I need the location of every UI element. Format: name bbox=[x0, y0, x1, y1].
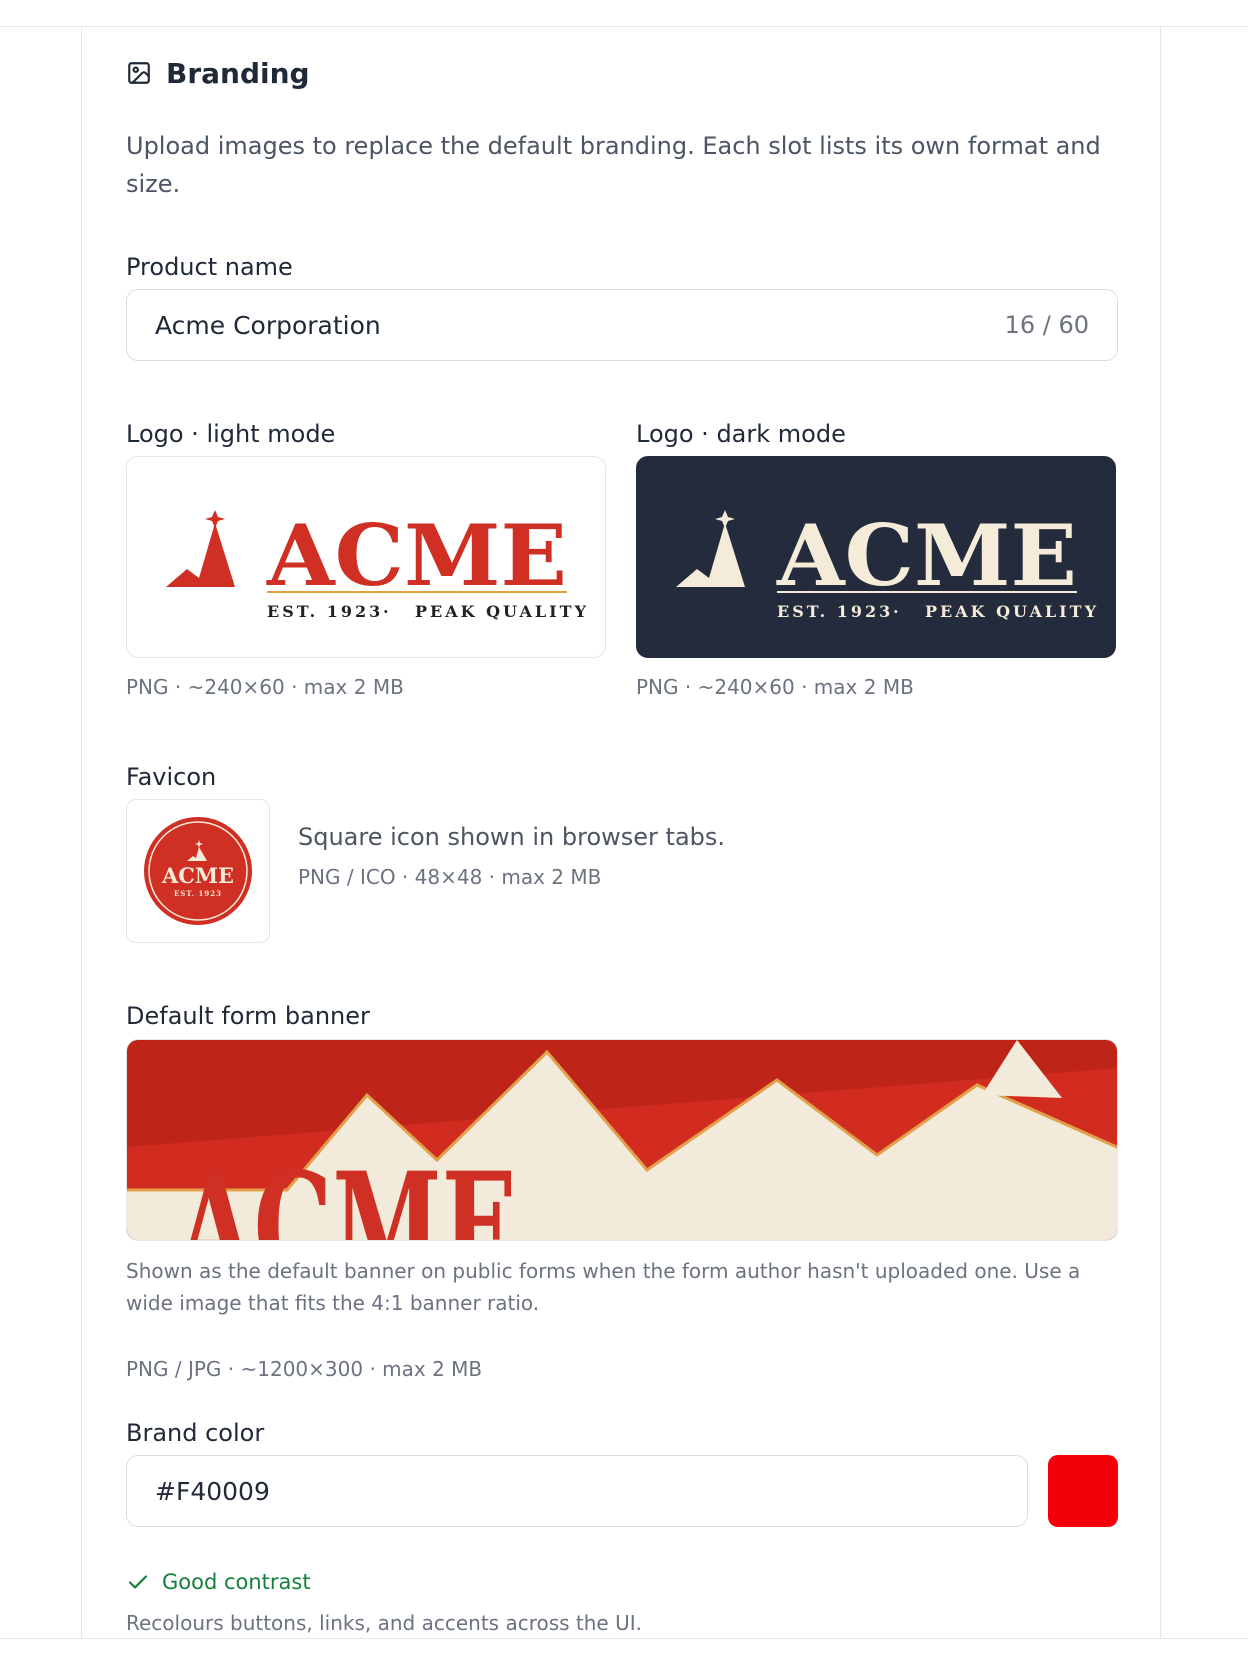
banner-help: Shown as the default banner on public fo… bbox=[126, 1259, 1081, 1315]
favicon-est: EST. 1923 bbox=[174, 889, 222, 898]
product-name-value: Acme Corporation bbox=[155, 310, 381, 340]
contrast-status: Good contrast bbox=[126, 1570, 311, 1594]
logo-dark-image: ACME EST. 1923 · PEAK QUALITY bbox=[676, 506, 1099, 621]
banner-wordmark: ACME bbox=[176, 1140, 517, 1241]
banner-image: ACME bbox=[127, 1040, 1117, 1241]
logo-light-upload[interactable]: ACME EST. 1923 · PEAK QUALITY bbox=[126, 456, 606, 658]
logo-light-tagline: PEAK QUALITY bbox=[415, 602, 589, 621]
favicon-wordmark: ACME bbox=[161, 863, 234, 888]
logo-dark-est: EST. 1923 bbox=[777, 602, 893, 621]
logo-light-est: EST. 1923 bbox=[267, 602, 383, 621]
image-icon bbox=[126, 60, 152, 86]
brand-color-input[interactable]: #F40009 bbox=[126, 1455, 1028, 1527]
brand-color-value: #F40009 bbox=[155, 1476, 270, 1506]
logo-light-wordmark: ACME bbox=[266, 506, 567, 605]
banner-meta: PNG / JPG · ~1200×300 · max 2 MB bbox=[126, 1357, 483, 1381]
favicon-image: ACME EST. 1923 bbox=[144, 817, 252, 925]
bottom-divider bbox=[0, 1638, 1248, 1666]
favicon-upload[interactable]: ACME EST. 1923 bbox=[126, 799, 270, 943]
logo-dark-wordmark: ACME bbox=[776, 506, 1077, 605]
section-header: Branding bbox=[126, 55, 310, 91]
logo-light-label: Logo · light mode bbox=[126, 420, 336, 448]
brand-color-help: Recolours buttons, links, and accents ac… bbox=[126, 1611, 642, 1635]
favicon-label: Favicon bbox=[126, 763, 217, 791]
character-counter: 16 / 60 bbox=[1004, 311, 1089, 339]
logo-light-meta: PNG · ~240×60 · max 2 MB bbox=[126, 675, 404, 699]
favicon-description: Square icon shown in browser tabs. bbox=[298, 823, 726, 851]
banner-label: Default form banner bbox=[126, 1002, 370, 1030]
favicon-meta: PNG / ICO · 48×48 · max 2 MB bbox=[298, 865, 602, 889]
logo-dark-dot: · bbox=[893, 602, 899, 621]
brand-color-swatch[interactable] bbox=[1048, 1455, 1118, 1527]
logo-dark-meta: PNG · ~240×60 · max 2 MB bbox=[636, 675, 914, 699]
product-name-input[interactable]: Acme Corporation 16 / 60 bbox=[126, 289, 1118, 361]
logo-dark-label: Logo · dark mode bbox=[636, 420, 846, 448]
logo-dark-tagline: PEAK QUALITY bbox=[925, 602, 1099, 621]
section-description: Upload images to replace the default bra… bbox=[126, 132, 1101, 198]
logo-light-dot: · bbox=[383, 602, 389, 621]
logo-dark-upload[interactable]: ACME EST. 1923 · PEAK QUALITY bbox=[636, 456, 1116, 658]
brand-color-label: Brand color bbox=[126, 1419, 265, 1447]
banner-upload[interactable]: ACME bbox=[126, 1039, 1118, 1241]
contrast-status-text: Good contrast bbox=[162, 1570, 311, 1594]
logo-light-image: ACME EST. 1923 · PEAK QUALITY bbox=[166, 506, 589, 621]
top-divider bbox=[0, 0, 1248, 27]
section-title: Branding bbox=[166, 56, 310, 90]
check-icon bbox=[126, 1570, 150, 1594]
branding-card: Branding Upload images to replace the de… bbox=[81, 27, 1161, 1639]
product-name-label: Product name bbox=[126, 253, 293, 281]
